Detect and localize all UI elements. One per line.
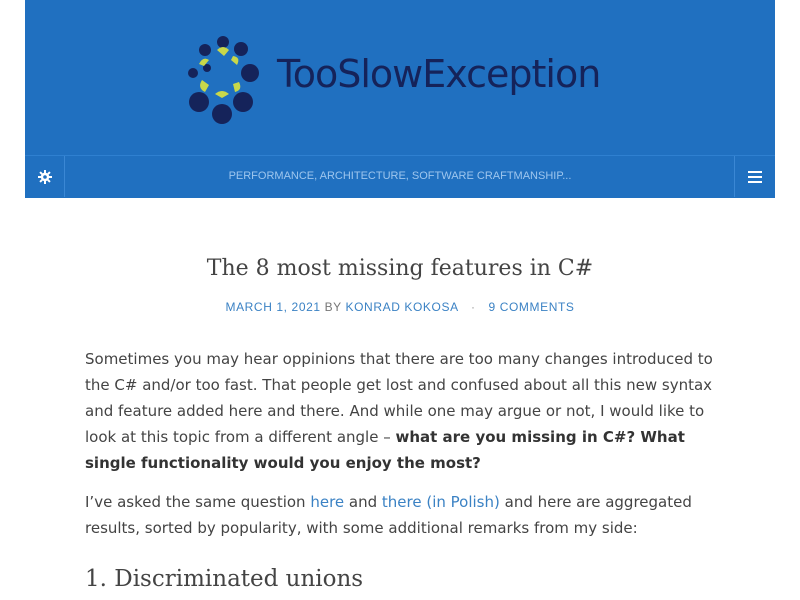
site-name: TooSlowException (277, 52, 601, 96)
post-title: The 8 most missing features in C# (206, 256, 594, 281)
hamburger-menu-icon (748, 170, 762, 183)
survey-paragraph: I’ve asked the same question here and th… (85, 489, 725, 541)
site-tagline: PERFORMANCE, ARCHITECTURE, SOFTWARE CRAF… (228, 170, 572, 182)
intro-paragraph: Sometimes you may hear oppinions that th… (85, 346, 725, 476)
meta-separator: · (470, 300, 476, 314)
comments-link[interactable]: 9 COMMENTS (489, 300, 575, 314)
nav-bar: PERFORMANCE, ARCHITECTURE, SOFTWARE CRAF… (25, 155, 775, 198)
polish-link[interactable]: there (in Polish) (382, 493, 500, 511)
site-header: TooSlowException (25, 0, 775, 155)
logo-mark-icon (188, 36, 259, 124)
survey-text-2: and (344, 493, 382, 511)
post-content: Sometimes you may hear oppinions that th… (85, 346, 725, 554)
section-heading: 1. Discriminated unions (85, 566, 364, 592)
survey-text-1: I’ve asked the same question (85, 493, 311, 511)
gear-icon (37, 169, 52, 184)
here-link[interactable]: here (310, 493, 344, 511)
author-link[interactable]: KONRAD KOKOSA (346, 300, 459, 314)
post-meta: MARCH 1, 2021 BY KONRAD KOKOSA · 9 COMME… (0, 300, 800, 314)
by-label: BY (324, 300, 342, 314)
menu-button[interactable] (734, 156, 775, 197)
site-logo[interactable]: TooSlowException (177, 30, 657, 130)
settings-button[interactable] (25, 156, 65, 197)
post-date-link[interactable]: MARCH 1, 2021 (225, 300, 320, 314)
